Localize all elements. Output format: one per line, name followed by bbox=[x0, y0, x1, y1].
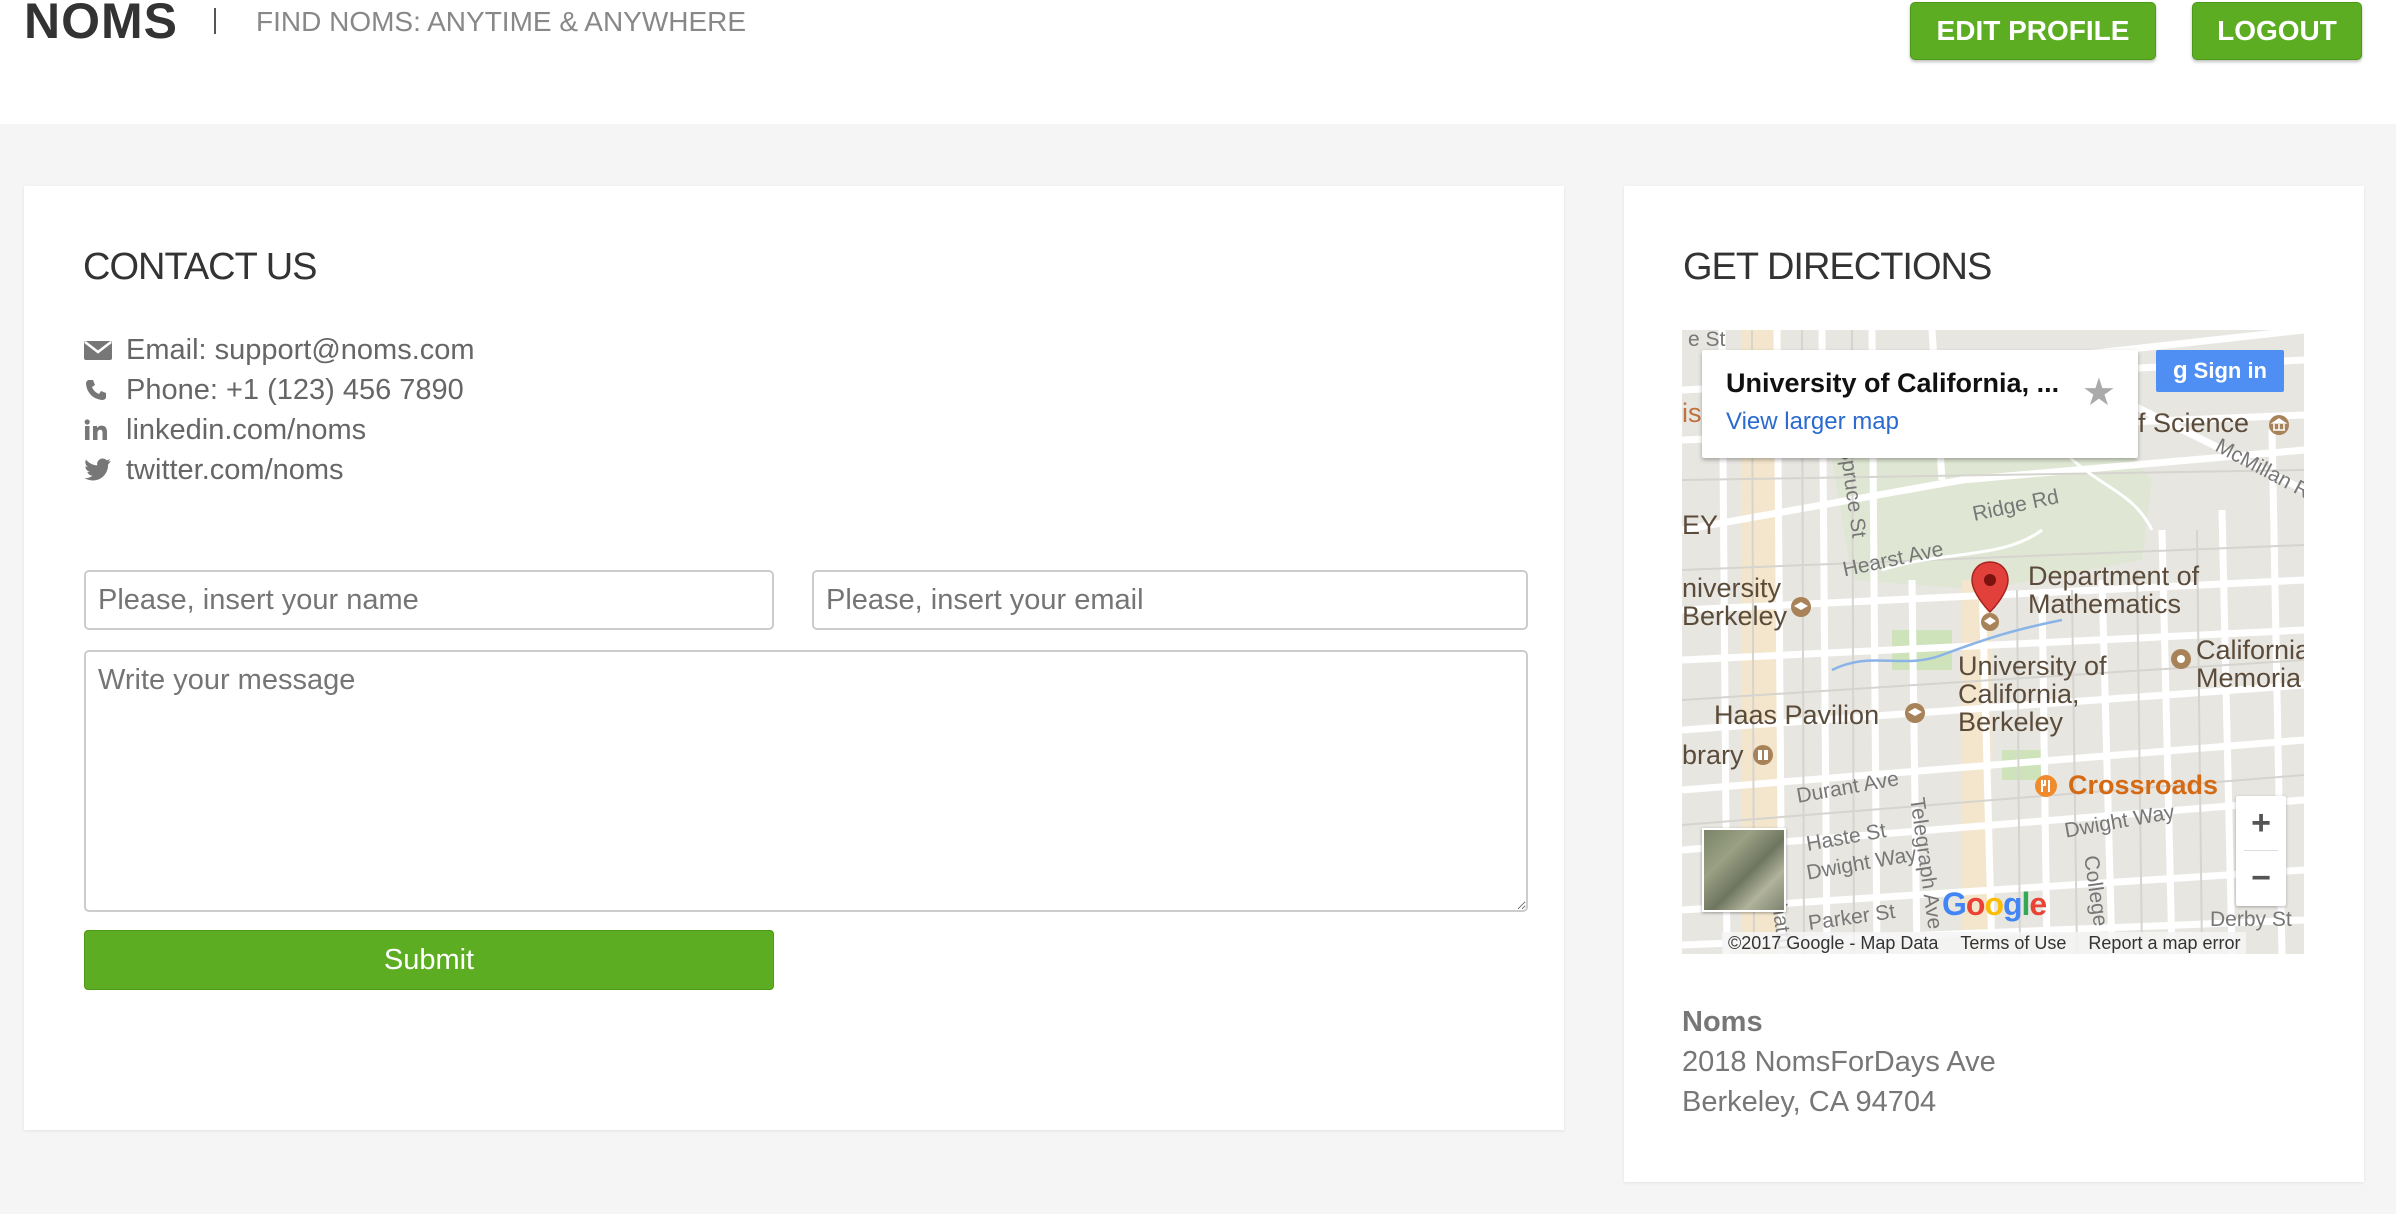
star-icon[interactable]: ★ bbox=[2082, 370, 2116, 415]
contact-phone-text[interactable]: Phone: +1 (123) 456 7890 bbox=[126, 374, 464, 407]
submit-button[interactable]: Submit bbox=[84, 930, 774, 990]
directions-card: GET DIRECTIONS e St is f Science McMilla… bbox=[1624, 186, 2364, 1182]
top-bar: NOMS FIND NOMS: ANYTIME & ANYWHERE EDIT … bbox=[0, 0, 2396, 124]
map-label-dept-math: Department of Mathematics bbox=[2028, 561, 2200, 619]
map-footer: ©2017 Google - Map Data Terms of Use Rep… bbox=[1722, 932, 2247, 954]
contact-email-row: Email: support@noms.com bbox=[84, 330, 475, 370]
map-sign-in-label: Sign in bbox=[2193, 358, 2267, 383]
museum-icon bbox=[2269, 415, 2289, 435]
address-line2: Berkeley, CA 94704 bbox=[1682, 1086, 1937, 1118]
view-larger-map-link[interactable]: View larger map bbox=[1726, 408, 1899, 436]
contact-email-text[interactable]: Email: support@noms.com bbox=[126, 334, 475, 367]
landmark-icon bbox=[2171, 649, 2191, 669]
google-logo: Google bbox=[1942, 886, 2047, 922]
map-label-california-memorial: California Memoria bbox=[2196, 635, 2304, 693]
map-label-haas: Haas Pavilion bbox=[1714, 700, 1880, 730]
map-label-is: is bbox=[1682, 398, 1702, 428]
zoom-in-button[interactable]: + bbox=[2236, 796, 2286, 850]
location-pin-icon[interactable] bbox=[1968, 560, 2012, 632]
brand-divider bbox=[214, 8, 216, 34]
name-input[interactable] bbox=[84, 570, 774, 630]
map-label-ey: EY bbox=[1682, 510, 1719, 540]
library-icon bbox=[1753, 745, 1773, 765]
map-label-science: f Science bbox=[2138, 408, 2250, 438]
map-label-library: brary bbox=[1682, 740, 1744, 770]
contact-twitter-text[interactable]: twitter.com/noms bbox=[126, 454, 344, 487]
restaurant-icon bbox=[2035, 775, 2057, 797]
edit-profile-button[interactable]: EDIT PROFILE bbox=[1910, 2, 2156, 60]
linkedin-icon bbox=[84, 410, 126, 450]
zoom-out-button[interactable]: − bbox=[2236, 851, 2286, 905]
contact-twitter-row: twitter.com/noms bbox=[84, 450, 344, 490]
message-textarea[interactable] bbox=[84, 650, 1528, 912]
tagline: FIND NOMS: ANYTIME & ANYWHERE bbox=[256, 6, 747, 37]
address-line1: 2018 NomsForDays Ave bbox=[1682, 1046, 1996, 1078]
google-g-icon: g bbox=[2173, 357, 2188, 384]
contact-phone-row: Phone: +1 (123) 456 7890 bbox=[84, 370, 464, 410]
map-label-e-st: e St bbox=[1688, 330, 1726, 351]
email-input[interactable] bbox=[812, 570, 1528, 630]
map-label-crossroads: Crossroads bbox=[2068, 770, 2219, 800]
envelope-icon bbox=[84, 330, 126, 370]
contact-linkedin-row: linkedin.com/noms bbox=[84, 410, 366, 450]
address-name: Noms bbox=[1682, 1006, 1763, 1038]
map-info-card: University of California, ... View large… bbox=[1702, 350, 2138, 458]
embedded-map[interactable]: e St is f Science McMillan Rd Ridge Rd S… bbox=[1682, 330, 2304, 954]
brand-logo[interactable]: NOMS bbox=[24, 0, 178, 50]
map-report-link[interactable]: Report a map error bbox=[2088, 933, 2240, 954]
logout-button[interactable]: LOGOUT bbox=[2192, 2, 2362, 60]
phone-icon bbox=[84, 370, 126, 410]
contact-card: CONTACT US Email: support@noms.com Phone… bbox=[24, 186, 1564, 1130]
satellite-view-toggle[interactable] bbox=[1702, 828, 1786, 912]
zoom-control: + − bbox=[2236, 796, 2286, 906]
university-icon bbox=[1905, 703, 1925, 723]
university-icon bbox=[1791, 597, 1811, 617]
map-label-derby: Derby St bbox=[2210, 908, 2292, 931]
map-label-university-berkeley: niversity Berkeley bbox=[1682, 573, 1788, 631]
contact-title: CONTACT US bbox=[83, 246, 317, 288]
map-place-name[interactable]: University of California, ... bbox=[1726, 368, 2059, 399]
map-label-uc-berkeley: University of California, Berkeley bbox=[1958, 651, 2107, 737]
map-copyright: ©2017 Google - Map Data bbox=[1728, 932, 1939, 953]
contact-linkedin-text[interactable]: linkedin.com/noms bbox=[126, 414, 366, 447]
map-sign-in-button[interactable]: g Sign in bbox=[2156, 350, 2284, 392]
twitter-icon bbox=[84, 450, 126, 490]
directions-title: GET DIRECTIONS bbox=[1683, 246, 1992, 288]
map-terms-link[interactable]: Terms of Use bbox=[1960, 933, 2066, 954]
